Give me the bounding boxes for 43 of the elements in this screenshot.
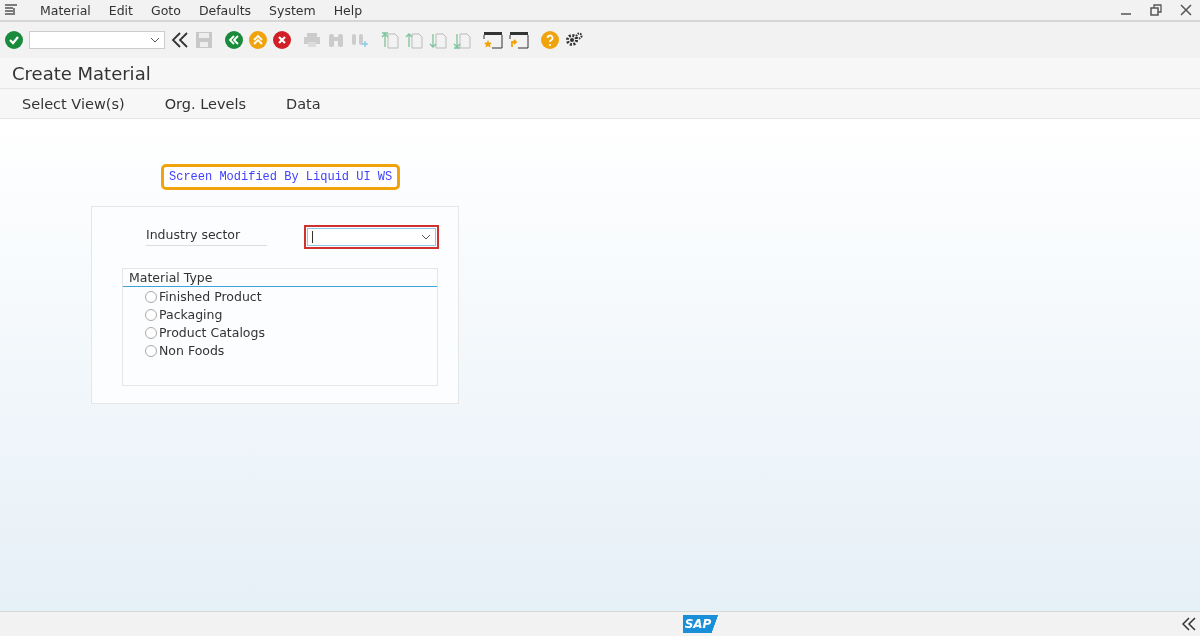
command-field[interactable] xyxy=(29,31,165,49)
window-arrow-icon[interactable] xyxy=(509,31,529,49)
restore-icon[interactable] xyxy=(1150,4,1162,16)
menu-item[interactable]: Defaults xyxy=(198,2,252,18)
menu-item[interactable]: Edit xyxy=(108,2,133,18)
printer-icon[interactable] xyxy=(303,32,321,48)
menu-item[interactable]: Help xyxy=(333,2,363,18)
save-icon[interactable] xyxy=(195,31,213,49)
radio-button[interactable] xyxy=(145,344,157,357)
app-toolbar-button[interactable]: Org. Levels xyxy=(164,95,246,112)
radio-button[interactable] xyxy=(145,290,157,303)
group-title: Material Type xyxy=(123,269,437,287)
settings-icon[interactable] xyxy=(565,31,583,49)
first-page-icon[interactable] xyxy=(381,31,399,49)
back-icon[interactable] xyxy=(225,31,243,49)
radio-label[interactable]: Product Catalogs xyxy=(159,325,265,340)
cancel-icon[interactable] xyxy=(273,31,291,49)
enter-icon[interactable] xyxy=(5,31,23,49)
field-label: Industry sector xyxy=(146,227,267,246)
menu-icon[interactable] xyxy=(4,4,18,16)
exit-icon[interactable] xyxy=(249,31,267,49)
menu-item[interactable]: Goto xyxy=(151,2,181,18)
last-page-icon[interactable] xyxy=(453,31,471,49)
screen-title: Create Material xyxy=(12,62,151,84)
next-page-icon[interactable] xyxy=(429,31,447,49)
new-window-icon[interactable] xyxy=(483,31,503,49)
chevron-down-icon[interactable] xyxy=(150,37,160,43)
radio-label[interactable]: Finished Product xyxy=(159,289,262,304)
radio-label[interactable]: Non Foods xyxy=(159,343,225,358)
help-icon[interactable] xyxy=(541,31,559,49)
close-icon[interactable] xyxy=(1180,4,1192,16)
liquid-ui-banner: Screen Modified By Liquid UI WS xyxy=(161,164,401,190)
double-chevron-icon[interactable] xyxy=(171,32,189,48)
radio-label[interactable]: Packaging xyxy=(159,307,223,322)
double-chevron-icon[interactable] xyxy=(1182,617,1196,631)
menu-item[interactable]: Material xyxy=(40,2,91,18)
radio-button[interactable] xyxy=(145,326,157,339)
chevron-down-icon[interactable] xyxy=(421,233,431,240)
menu-item[interactable]: System xyxy=(269,2,316,18)
previous-page-icon[interactable] xyxy=(405,31,423,49)
radio-button[interactable] xyxy=(145,308,157,321)
app-toolbar-button[interactable]: Data xyxy=(286,95,321,112)
app-toolbar-button[interactable]: Select View(s) xyxy=(22,95,125,112)
